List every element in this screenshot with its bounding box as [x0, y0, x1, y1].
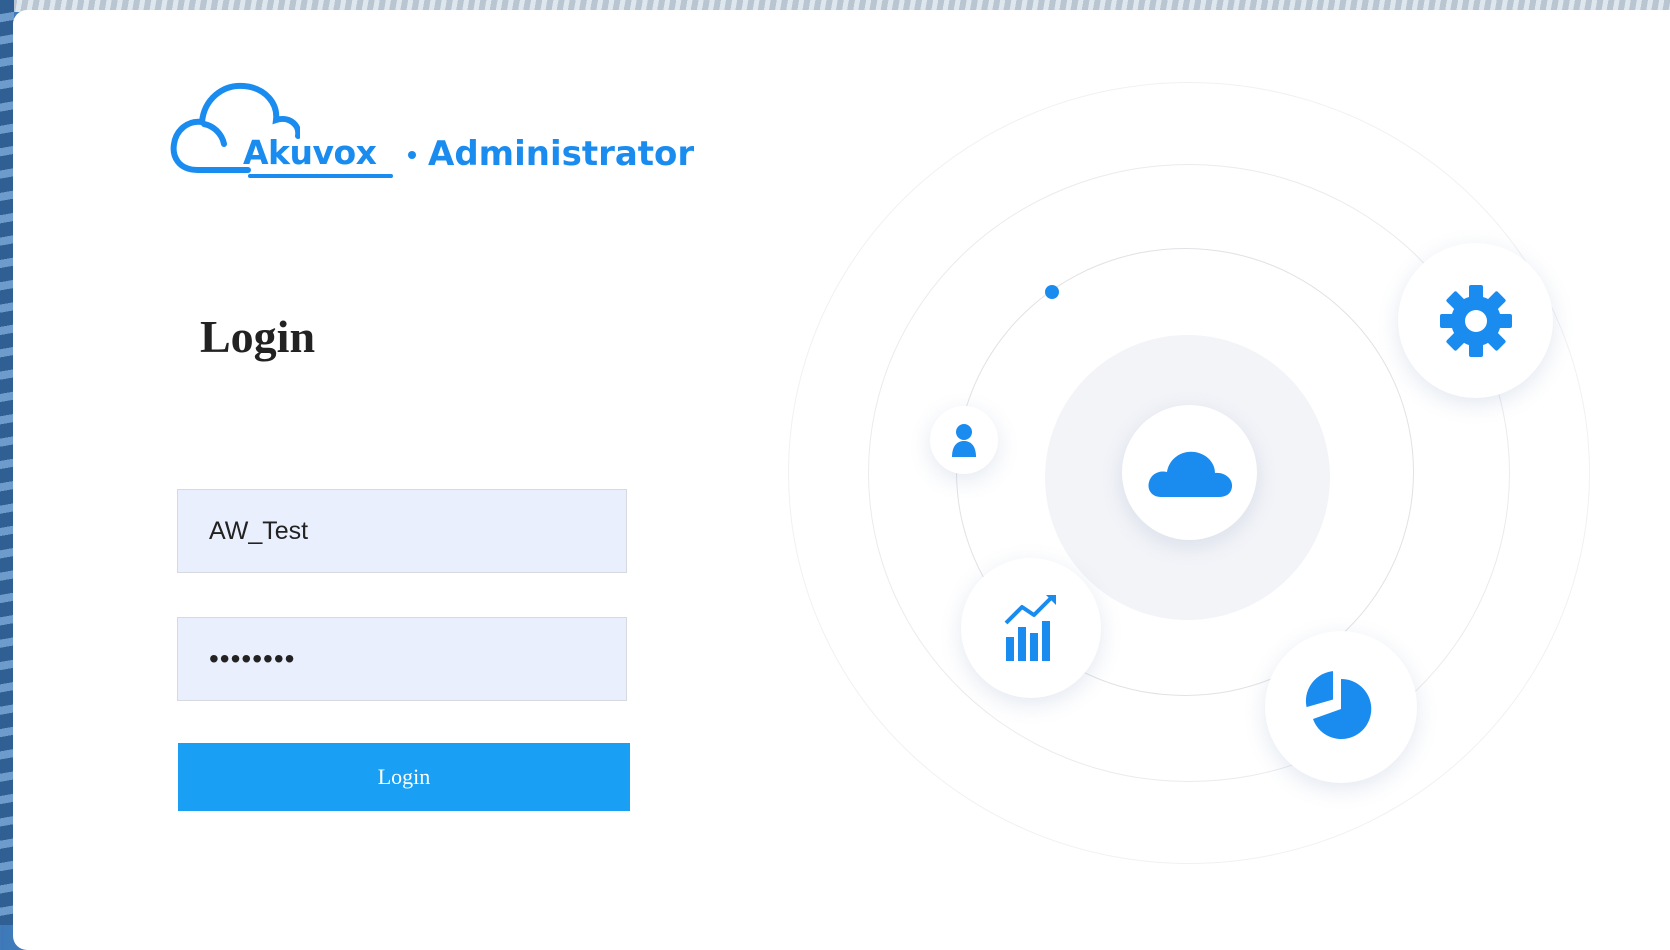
brand-suffix: Administrator: [428, 134, 695, 174]
cloud-icon: [1148, 451, 1232, 497]
username-input[interactable]: [177, 489, 627, 573]
login-button[interactable]: Login: [178, 743, 630, 811]
brand-name: Akuvox: [243, 133, 377, 172]
settings-node: [1398, 243, 1553, 398]
brand-separator-dot: [408, 151, 416, 159]
user-icon: [952, 424, 976, 457]
background-building: [0, 0, 14, 925]
analytics-node: [961, 558, 1101, 698]
hero-illustration: [780, 80, 1610, 880]
cloud-node: [1122, 405, 1257, 540]
report-node: [1265, 631, 1417, 783]
gear-icon: [1439, 284, 1512, 357]
login-title: Login: [200, 311, 316, 362]
password-input[interactable]: [177, 617, 627, 701]
bar-chart-icon: [1004, 595, 1056, 661]
logo: Akuvox Administrator: [170, 78, 710, 188]
brand-underline: [248, 174, 393, 178]
pie-chart-icon: [1305, 671, 1372, 739]
user-node: [930, 406, 998, 474]
orbit-dot: [1045, 285, 1059, 299]
